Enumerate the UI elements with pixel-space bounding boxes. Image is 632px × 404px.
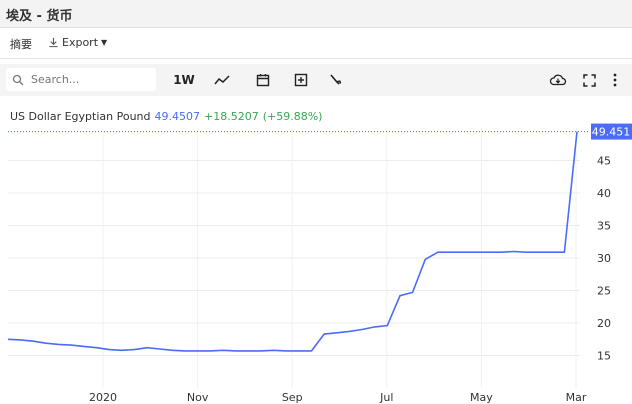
x-tick-label: 2020: [89, 391, 117, 404]
search-box[interactable]: [6, 68, 156, 91]
fullscreen-button[interactable]: [580, 71, 598, 89]
calendar-icon: [256, 74, 270, 87]
fullscreen-icon: [582, 73, 596, 87]
x-tick-label: Sep: [282, 391, 303, 404]
x-tick-label: Jul: [379, 391, 393, 404]
settings-button[interactable]: [326, 71, 344, 89]
interval-button[interactable]: 1W: [173, 71, 195, 89]
y-tick-label: 15: [597, 350, 611, 363]
tab-summary[interactable]: 摘要: [10, 36, 32, 52]
price-chart[interactable]: 15 20 25 30 35 40 45 2020 Nov Sep Jul May Mar 49.451: [0, 120, 632, 404]
chart-toolbar: 1W: [0, 64, 632, 96]
search-icon: [12, 74, 24, 85]
export-label: Export: [62, 36, 99, 49]
date-range-button[interactable]: [254, 71, 272, 89]
add-indicator-button[interactable]: [292, 71, 310, 89]
caret-down-icon: ▼: [101, 38, 108, 47]
x-tick-label: Mar: [566, 391, 587, 404]
add-indicator-icon: [294, 73, 308, 87]
price-tag-label: 49.451: [592, 126, 631, 139]
cloud-download-icon: [549, 74, 567, 86]
x-tick-label: May: [470, 391, 493, 404]
cloud-download-button[interactable]: [548, 71, 568, 89]
y-tick-label: 35: [597, 220, 611, 233]
more-icon: [613, 73, 617, 87]
title-bar: 埃及 - 货币: [0, 0, 632, 28]
more-button[interactable]: [610, 71, 620, 89]
x-tick-label: Nov: [187, 391, 209, 404]
export-button[interactable]: Export ▼: [48, 36, 107, 49]
y-tick-label: 30: [597, 252, 611, 265]
wrench-icon: [330, 74, 342, 85]
line-chart-icon: [214, 75, 230, 85]
chart-type-button[interactable]: [212, 71, 232, 89]
tab-bar: 摘要 Export ▼: [0, 28, 632, 59]
y-tick-label: 20: [597, 317, 611, 330]
y-tick-label: 25: [597, 285, 611, 298]
y-tick-label: 40: [597, 187, 611, 200]
window-title: 埃及 - 货币: [6, 9, 73, 24]
search-input[interactable]: [29, 72, 153, 87]
download-icon: [49, 37, 58, 48]
y-tick-label: 45: [597, 155, 611, 168]
